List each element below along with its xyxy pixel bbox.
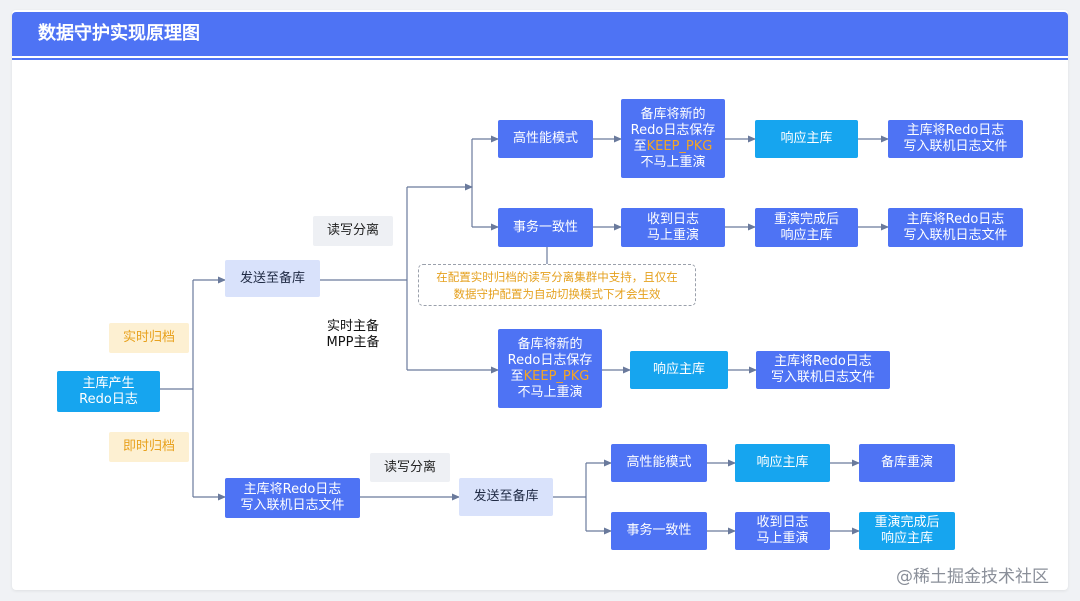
consistency-note: 在配置实时归档的读写分离集群中支持，且仅在 数据守护配置为自动切换模式下才会生效 [418,264,696,306]
watermark: @稀土掘金技术社区 [896,567,1049,587]
received-replay-top: 收到日志 马上重演 [621,208,725,247]
primary-write-bottom: 主库将Redo日志 写入联机日志文件 [225,478,360,518]
replay-done-bottom: 重演完成后 响应主库 [859,512,955,550]
replay-done-top: 重演完成后 响应主库 [755,208,858,247]
tx-consistent-top: 事务一致性 [498,208,593,247]
hp-mode-top: 高性能模式 [498,120,593,158]
realtime-primary-label: 实时主备 MPP主备 [326,319,380,350]
respond-primary-top: 响应主库 [755,120,858,158]
tx-consistent-bottom: 事务一致性 [611,512,707,550]
rw-split-label-bottom: 读写分离 [370,453,450,482]
received-replay-bottom: 收到日志 马上重演 [735,512,830,550]
standby-keep-top: 备库将新的 Redo日志保存 至KEEP_PKG 不马上重演 [621,99,725,178]
standby-keep-mid: 备库将新的 Redo日志保存 至KEEP_PKG 不马上重演 [498,329,602,408]
tag-instant-archive: 即时归档 [109,432,189,462]
standby-replay: 备库重演 [859,444,955,482]
respond-primary-mid: 响应主库 [630,351,728,389]
respond-primary-bottom: 响应主库 [735,444,830,482]
source-node: 主库产生 Redo日志 [57,371,160,412]
primary-write-mid: 主库将Redo日志 写入联机日志文件 [888,208,1023,247]
primary-write-mid2: 主库将Redo日志 写入联机日志文件 [756,351,890,389]
primary-write-top: 主库将Redo日志 写入联机日志文件 [888,120,1023,158]
send-to-standby-top: 发送至备库 [225,260,320,297]
hp-mode-bottom: 高性能模式 [611,444,707,482]
rw-split-label-top: 读写分离 [313,216,393,246]
send-to-standby-bottom: 发送至备库 [459,478,553,516]
tag-realtime-archive: 实时归档 [109,323,189,353]
